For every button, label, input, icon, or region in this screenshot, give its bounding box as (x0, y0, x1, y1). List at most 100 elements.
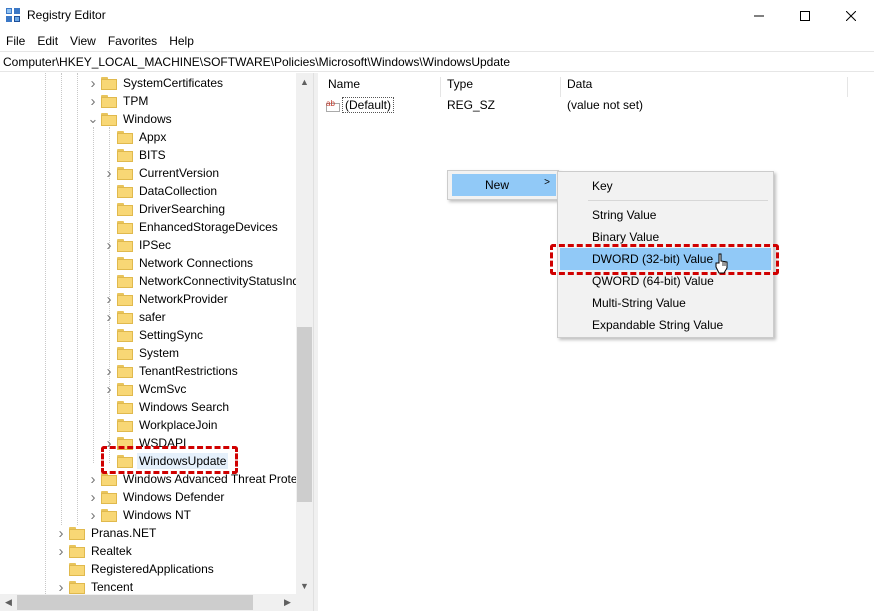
menu-item-string-value[interactable]: String Value (560, 204, 771, 226)
scroll-thumb-horizontal[interactable] (17, 595, 253, 610)
tree-item[interactable]: › CurrentVersion (103, 164, 221, 182)
folder-icon (117, 148, 133, 162)
table-row[interactable]: ab (Default) (326, 97, 395, 116)
chevron-right-icon[interactable]: › (103, 380, 115, 398)
tree-item[interactable]: SettingSync (103, 326, 205, 344)
chevron-right-icon[interactable]: › (55, 578, 67, 595)
menu-item-new[interactable]: New > (452, 174, 556, 196)
chevron-right-icon[interactable]: › (103, 290, 115, 308)
address-path[interactable]: Computer\HKEY_LOCAL_MACHINE\SOFTWARE\Pol… (3, 55, 510, 69)
folder-icon (117, 238, 133, 252)
tree-vertical-scrollbar[interactable]: ▲ ▼ (296, 73, 313, 594)
tree-item-label: NetworkProvider (139, 292, 228, 306)
tree-item[interactable]: › TenantRestrictions (103, 362, 240, 380)
tree-item[interactable]: Appx (103, 128, 168, 146)
folder-icon (117, 310, 133, 324)
scroll-thumb[interactable] (297, 327, 312, 502)
folder-icon (101, 472, 117, 486)
menu-item-expandable-string-value[interactable]: Expandable String Value (560, 314, 771, 336)
highlight-windowsupdate-annotation (101, 446, 238, 474)
value-name[interactable]: (Default) (342, 97, 395, 113)
tree-item[interactable]: › Realtek (55, 542, 134, 560)
menu-view[interactable]: View (64, 31, 102, 51)
tree-item[interactable]: Network Connections (103, 254, 255, 272)
tree-item-label: BITS (139, 148, 166, 162)
chevron-right-icon[interactable]: › (87, 470, 99, 488)
scroll-down-icon[interactable]: ▼ (296, 577, 313, 594)
tree-item-label: Tencent (91, 580, 134, 594)
menu-favorites[interactable]: Favorites (102, 31, 163, 51)
tree-horizontal-scrollbar[interactable]: ◀ ▶ (0, 594, 313, 611)
scroll-right-icon[interactable]: ▶ (279, 594, 296, 611)
chevron-right-icon[interactable]: › (55, 524, 67, 542)
tree-item[interactable]: DriverSearching (103, 200, 227, 218)
column-header-name[interactable]: Name (328, 77, 360, 95)
column-separator[interactable] (847, 77, 848, 97)
tree-item[interactable]: › SystemCertificates (87, 74, 225, 92)
tree-item[interactable]: Windows Search (103, 398, 231, 416)
menu-edit[interactable]: Edit (31, 31, 64, 51)
chevron-right-icon[interactable]: › (103, 236, 115, 254)
folder-icon (117, 418, 133, 432)
tree-item-label: WorkplaceJoin (139, 418, 218, 432)
chevron-down-icon[interactable]: ⌄ (87, 110, 99, 128)
tree-item[interactable]: › Windows NT (87, 506, 193, 524)
folder-icon (69, 562, 85, 576)
menu-item-key[interactable]: Key (560, 175, 771, 197)
tree-item[interactable]: System (103, 344, 181, 362)
chevron-right-icon[interactable]: › (55, 542, 67, 560)
column-separator[interactable] (560, 77, 561, 97)
tree-guide-line (93, 127, 94, 463)
tree-item[interactable]: BITS (103, 146, 168, 164)
tree-item[interactable]: › IPSec (103, 236, 173, 254)
chevron-right-icon[interactable]: › (103, 308, 115, 326)
chevron-right-icon[interactable]: › (87, 488, 99, 506)
tree-item-label: SettingSync (139, 328, 204, 342)
tree-item[interactable]: WorkplaceJoin (103, 416, 219, 434)
tree-item[interactable]: › Windows Defender (87, 488, 226, 506)
column-separator[interactable] (440, 77, 441, 97)
menu-item-multi-string-value[interactable]: Multi-String Value (560, 292, 771, 314)
maximize-button[interactable] (782, 0, 828, 31)
tree-item[interactable]: NetworkConnectivityStatusInd (103, 272, 301, 290)
minimize-button[interactable] (736, 0, 782, 31)
chevron-right-icon[interactable]: › (103, 362, 115, 380)
tree-item[interactable]: DataCollection (103, 182, 219, 200)
tree-item[interactable]: › NetworkProvider (103, 290, 230, 308)
tree-item[interactable]: ⌄ Windows (87, 110, 174, 128)
tree-item[interactable]: › WcmSvc (103, 380, 188, 398)
tree-item[interactable]: › TPM (87, 92, 150, 110)
tree-item[interactable]: › Tencent (55, 578, 135, 595)
tree-item-label: System (139, 346, 180, 360)
scroll-left-icon[interactable]: ◀ (0, 594, 17, 611)
menu-item-qword-value-label: QWORD (64-bit) Value (592, 274, 714, 288)
address-bar[interactable]: Computer\HKEY_LOCAL_MACHINE\SOFTWARE\Pol… (0, 51, 874, 72)
folder-icon (117, 292, 133, 306)
tree-item[interactable]: EnhancedStorageDevices (103, 218, 280, 236)
registry-tree[interactable]: › SystemCertificates › TPM ⌄ Windows Appx BITS ›… (0, 73, 313, 594)
menu-item-expandable-string-value-label: Expandable String Value (592, 318, 724, 332)
menu-separator (588, 200, 768, 201)
close-button[interactable] (828, 0, 874, 31)
values-list[interactable]: Name Type Data ab (Default) REG_SZ (valu… (318, 73, 874, 611)
value-type: REG_SZ (447, 98, 496, 112)
chevron-right-icon[interactable]: › (103, 164, 115, 182)
folder-icon (117, 184, 133, 198)
column-header-type[interactable]: Type (447, 77, 473, 95)
menu-file[interactable]: File (0, 31, 31, 51)
tree-item[interactable]: › safer (103, 308, 168, 326)
tree-item[interactable]: RegisteredApplications (55, 560, 216, 578)
tree-item-label: RegisteredApplications (91, 562, 214, 576)
chevron-right-icon[interactable]: › (87, 506, 99, 524)
tree-item[interactable]: › Pranas.NET (55, 524, 158, 542)
chevron-right-icon[interactable]: › (87, 74, 99, 92)
folder-icon (101, 76, 117, 90)
menu-help[interactable]: Help (163, 31, 200, 51)
column-header-data[interactable]: Data (567, 77, 592, 95)
chevron-right-icon[interactable]: › (87, 92, 99, 110)
scroll-up-icon[interactable]: ▲ (296, 73, 313, 90)
menu-bar: File Edit View Favorites Help (0, 31, 874, 51)
